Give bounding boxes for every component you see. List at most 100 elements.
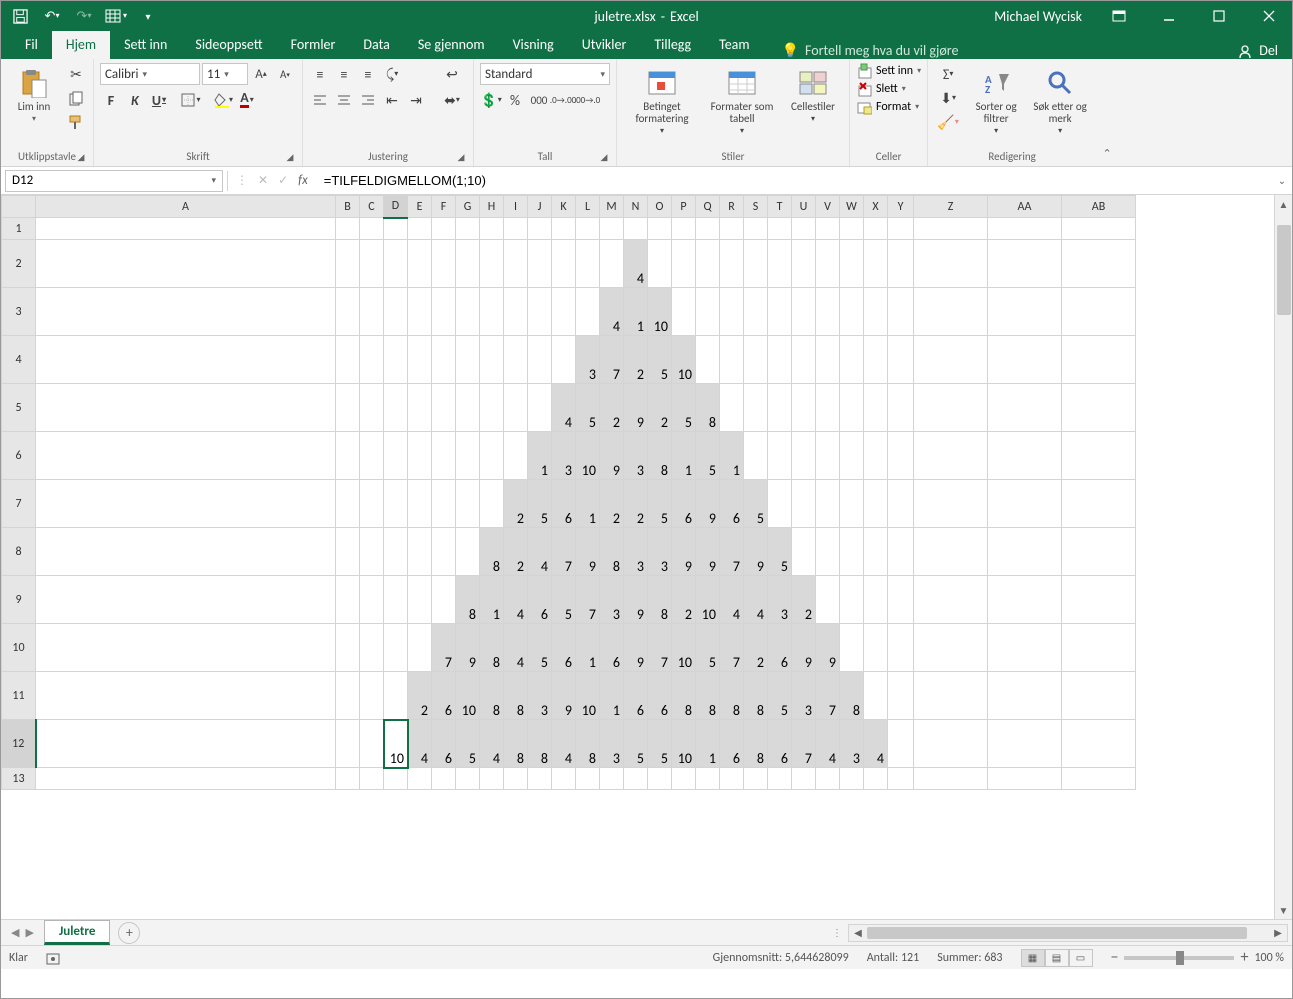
cell[interactable]: [360, 528, 384, 576]
zoom-slider[interactable]: [1124, 956, 1234, 960]
cell[interactable]: [360, 480, 384, 528]
cell[interactable]: [36, 528, 336, 576]
cell[interactable]: [840, 336, 864, 384]
cell[interactable]: [336, 528, 360, 576]
tab-utvikler[interactable]: Utvikler: [568, 30, 641, 59]
cell[interactable]: [456, 288, 480, 336]
cell[interactable]: [384, 240, 408, 288]
cell[interactable]: 5: [528, 480, 552, 528]
cell[interactable]: [768, 480, 792, 528]
cell[interactable]: 6: [432, 672, 456, 720]
cell[interactable]: [816, 384, 840, 432]
cell[interactable]: [360, 240, 384, 288]
cell[interactable]: [504, 768, 528, 790]
cell[interactable]: [384, 768, 408, 790]
clear-icon[interactable]: 🧹 ▾: [934, 111, 962, 133]
cell[interactable]: 8: [456, 576, 480, 624]
cell[interactable]: 8: [696, 672, 720, 720]
col-header[interactable]: W: [840, 196, 864, 218]
cell[interactable]: 3: [840, 720, 864, 768]
dialog-launcher-icon[interactable]: ◢: [75, 152, 87, 164]
cell[interactable]: [1062, 624, 1136, 672]
cell[interactable]: [768, 218, 792, 240]
cell[interactable]: 9: [624, 384, 648, 432]
col-header[interactable]: D: [384, 196, 408, 218]
row-header[interactable]: 2: [2, 240, 36, 288]
cell[interactable]: [1062, 288, 1136, 336]
cell[interactable]: [914, 384, 988, 432]
tab-sideoppsett[interactable]: Sideoppsett: [181, 30, 276, 59]
col-header[interactable]: J: [528, 196, 552, 218]
cell[interactable]: [864, 384, 888, 432]
cell[interactable]: [744, 432, 768, 480]
table-icon[interactable]: ▾: [105, 5, 127, 27]
cell[interactable]: [816, 576, 840, 624]
cell[interactable]: 7: [720, 624, 744, 672]
underline-button[interactable]: U▾: [148, 89, 170, 111]
cell[interactable]: [576, 288, 600, 336]
cell[interactable]: [336, 576, 360, 624]
cell[interactable]: [1062, 240, 1136, 288]
cell[interactable]: [840, 218, 864, 240]
cell[interactable]: [988, 768, 1062, 790]
cell[interactable]: [432, 240, 456, 288]
cell[interactable]: 7: [648, 624, 672, 672]
align-left-icon[interactable]: [309, 89, 331, 111]
cell[interactable]: 10: [648, 288, 672, 336]
cell[interactable]: [504, 288, 528, 336]
cell[interactable]: [720, 384, 744, 432]
cell[interactable]: [988, 384, 1062, 432]
cell[interactable]: 7: [792, 720, 816, 768]
number-format-combo[interactable]: Standard▾: [480, 63, 610, 85]
cell[interactable]: [360, 336, 384, 384]
copy-icon[interactable]: [65, 87, 87, 109]
cell[interactable]: [360, 720, 384, 768]
cell[interactable]: [408, 384, 432, 432]
cell[interactable]: [768, 336, 792, 384]
cell[interactable]: 2: [744, 624, 768, 672]
zoom-out-icon[interactable]: −: [1111, 948, 1119, 967]
cell[interactable]: [384, 432, 408, 480]
close-icon[interactable]: [1246, 1, 1292, 31]
cell[interactable]: 2: [624, 336, 648, 384]
cell[interactable]: [360, 432, 384, 480]
cell[interactable]: [672, 218, 696, 240]
cell[interactable]: [480, 240, 504, 288]
cell[interactable]: [408, 624, 432, 672]
add-sheet-icon[interactable]: +: [118, 922, 140, 944]
cell[interactable]: [914, 720, 988, 768]
row-header[interactable]: 3: [2, 288, 36, 336]
merge-cells-icon[interactable]: ⬌▾: [437, 89, 467, 111]
cell[interactable]: 4: [600, 288, 624, 336]
cell[interactable]: 3: [624, 528, 648, 576]
cell[interactable]: 6: [672, 480, 696, 528]
name-box[interactable]: D12▾: [5, 170, 223, 192]
cell[interactable]: [840, 384, 864, 432]
cell[interactable]: 6: [624, 672, 648, 720]
cell[interactable]: [336, 288, 360, 336]
cell[interactable]: [1062, 720, 1136, 768]
cell[interactable]: 9: [816, 624, 840, 672]
cell[interactable]: [432, 432, 456, 480]
cell[interactable]: 7: [720, 528, 744, 576]
cell[interactable]: [36, 288, 336, 336]
cell[interactable]: 2: [600, 384, 624, 432]
cell[interactable]: 1: [720, 432, 744, 480]
col-header[interactable]: Z: [914, 196, 988, 218]
cell[interactable]: 3: [528, 672, 552, 720]
cell[interactable]: 1: [624, 288, 648, 336]
delete-cells-button[interactable]: Slett ▾: [856, 81, 921, 97]
cell[interactable]: [360, 576, 384, 624]
cell-styles-button[interactable]: Cellestiler▾: [783, 63, 843, 124]
cell[interactable]: [914, 432, 988, 480]
tab-tillegg[interactable]: Tillegg: [640, 30, 705, 59]
cell[interactable]: 6: [528, 576, 552, 624]
cell[interactable]: [36, 720, 336, 768]
cell[interactable]: 2: [672, 576, 696, 624]
cell[interactable]: 6: [552, 624, 576, 672]
scroll-left-icon[interactable]: ◀: [849, 926, 867, 939]
col-header[interactable]: P: [672, 196, 696, 218]
cell[interactable]: 8: [744, 672, 768, 720]
qat-customize-icon[interactable]: ▾: [137, 5, 159, 27]
cell[interactable]: [988, 624, 1062, 672]
